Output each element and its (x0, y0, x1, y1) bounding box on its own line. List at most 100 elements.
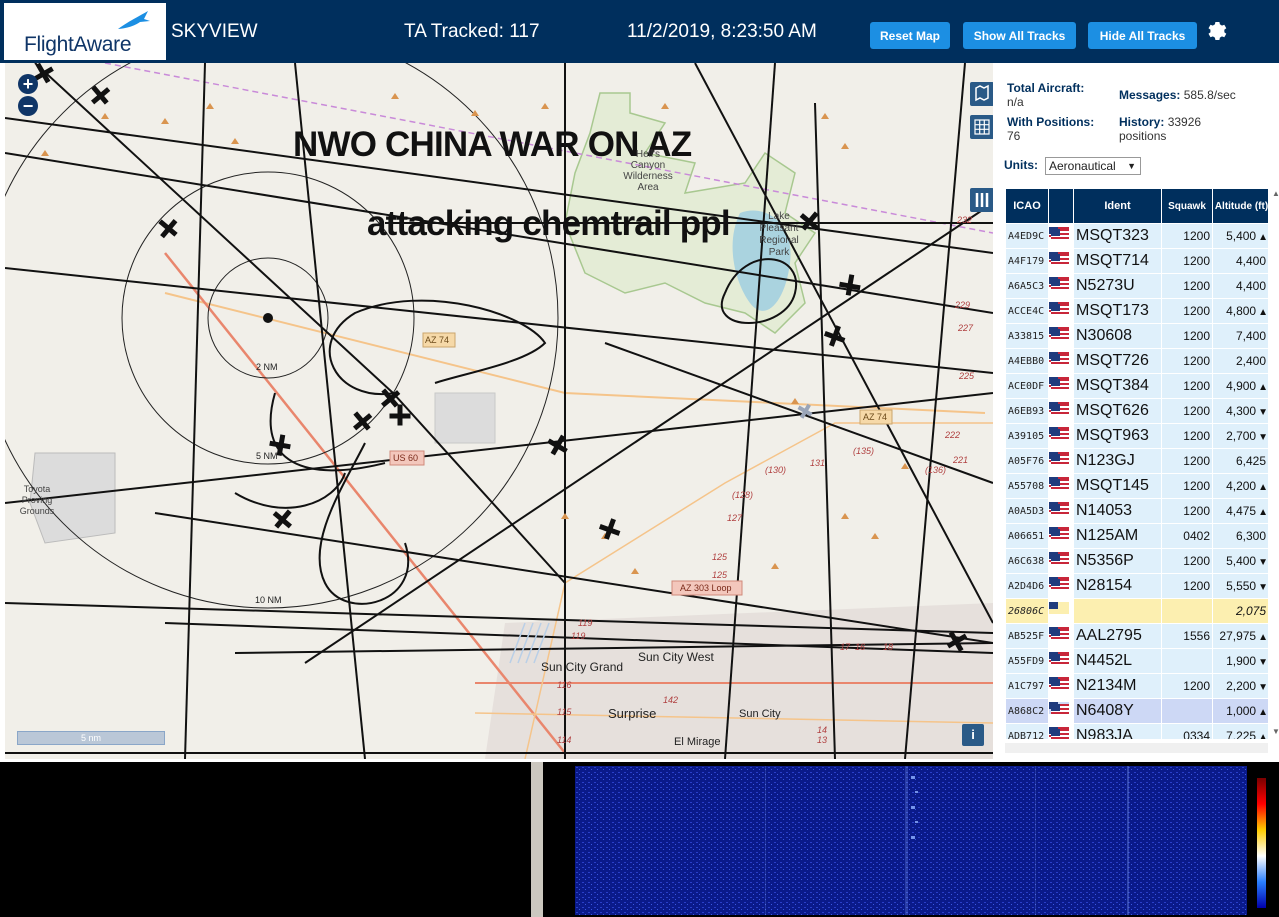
cell-squawk (1162, 599, 1212, 623)
column-header-squawk[interactable]: Squawk (1162, 189, 1212, 223)
altitude-trend-icon: ▼ (1258, 432, 1268, 443)
cell-icao: A06651 (1006, 524, 1048, 548)
aircraft-row[interactable]: ACE0DF MSQT384 1200 4,900 ▲ (1006, 374, 1268, 398)
svg-text:(136): (136) (925, 465, 946, 475)
range-ring-label: 5 NM (256, 451, 278, 461)
cell-altitude: 4,900 ▲ (1213, 374, 1268, 398)
reset-map-button[interactable]: Reset Map (870, 22, 950, 49)
column-header-altitude[interactable]: Altitude (ft) (1213, 189, 1268, 223)
column-header-icao[interactable]: ICAO (1006, 189, 1048, 223)
cell-squawk: 1200 (1162, 324, 1212, 348)
cell-flag (1049, 376, 1069, 389)
zoom-in-button[interactable]: + (18, 74, 38, 94)
aircraft-row[interactable]: A6EB93 MSQT626 1200 4,300 ▼ (1006, 399, 1268, 423)
spectrum-waterfall-panel (543, 762, 1279, 917)
cell-ident: N6408Y (1074, 699, 1161, 723)
aircraft-row[interactable]: A6C638 N5356P 1200 5,400 ▼ (1006, 549, 1268, 573)
aircraft-row[interactable]: A1C797 N2134M 1200 2,200 ▼ (1006, 674, 1268, 698)
cell-ident: N4452L (1074, 649, 1161, 673)
range-ring-label: 2 NM (256, 362, 278, 372)
messages-value: 585.8/sec (1183, 88, 1236, 102)
units-dropdown[interactable]: Aeronautical ▼ (1045, 157, 1141, 175)
column-header-flag[interactable] (1049, 189, 1073, 223)
us-flag-icon (1051, 628, 1069, 639)
messages-stat: Messages: 585.8/sec (1119, 88, 1236, 102)
svg-text:(128): (128) (732, 490, 753, 500)
aircraft-row[interactable]: A05F76 N123GJ 1200 6,425 (1006, 449, 1268, 473)
history-unit: positions (1119, 129, 1167, 143)
us-flag-icon (1051, 328, 1069, 339)
gear-icon[interactable] (1205, 20, 1229, 44)
aircraft-row[interactable]: A55708 MSQT145 1200 4,200 ▲ (1006, 474, 1268, 498)
cell-ident: MSQT626 (1074, 399, 1161, 423)
map-view[interactable]: 232 229 227 225 222 221 (130) 131 (135) (136) (… (5, 63, 993, 759)
cell-ident: N125AM (1074, 524, 1161, 548)
altitude-trend-icon: ▼ (1258, 582, 1268, 593)
panel-divider[interactable] (531, 762, 543, 917)
altitude-trend-icon: ▼ (1258, 557, 1268, 568)
map-layers-icon[interactable] (970, 82, 993, 106)
cell-icao: A4EBB0 (1006, 349, 1048, 373)
svg-text:142: 142 (663, 695, 678, 705)
cell-squawk: 1200 (1162, 424, 1212, 448)
scroll-up-icon[interactable]: ▲ (1272, 189, 1279, 198)
altitude-trend-icon: ▲ (1258, 307, 1268, 318)
altitude-trend-icon: ▼ (1258, 682, 1268, 693)
aircraft-row[interactable]: 26806C 2,075 (1006, 599, 1268, 623)
columns-icon[interactable] (970, 188, 993, 212)
scroll-down-icon[interactable]: ▼ (1272, 727, 1279, 736)
aircraft-row[interactable]: A33815 N30608 1200 7,400 (1006, 324, 1268, 348)
place-label: Sun City Grand (541, 660, 624, 674)
cell-squawk: 1200 (1162, 249, 1212, 273)
cell-squawk: 0402 (1162, 524, 1212, 548)
map-canvas[interactable]: 232 229 227 225 222 221 (130) 131 (135) (136) (… (5, 63, 993, 759)
zoom-out-button[interactable]: − (18, 96, 38, 116)
cell-altitude: 6,425 (1213, 449, 1268, 473)
place-label: Sun City (739, 708, 781, 720)
cell-icao: ACE0DF (1006, 374, 1048, 398)
aircraft-row[interactable]: A06651 N125AM 0402 6,300 (1006, 524, 1268, 548)
altitude-trend-icon: ▲ (1258, 732, 1268, 739)
aircraft-row[interactable]: A0A5D3 N14053 1200 4,475 ▲ (1006, 499, 1268, 523)
road-label: AZ 74 (863, 412, 888, 422)
info-button[interactable]: i (962, 724, 984, 746)
cell-flag (1049, 551, 1069, 564)
aircraft-row[interactable]: AB525F AAL2795 1556 27,975 ▲ (1006, 624, 1268, 648)
aircraft-row[interactable]: ACCE4C MSQT173 1200 4,800 ▲ (1006, 299, 1268, 323)
aircraft-row[interactable]: ADB712 N983JA 0334 7,225 ▲ (1006, 724, 1268, 739)
cell-icao: A6C638 (1006, 549, 1048, 573)
column-header-ident[interactable]: Ident (1074, 189, 1161, 223)
positions-value: 76 (1007, 129, 1021, 143)
svg-text:119: 119 (578, 618, 592, 628)
cell-flag (1049, 226, 1069, 239)
flightaware-logo[interactable]: FlightAware (4, 3, 166, 60)
aircraft-row[interactable]: A4ED9C MSQT323 1200 5,400 ▲ (1006, 224, 1268, 248)
units-label: Units: (1004, 158, 1038, 172)
cell-altitude: 2,200 ▼ (1213, 674, 1268, 698)
hide-all-tracks-button[interactable]: Hide All Tracks (1088, 22, 1197, 49)
cell-flag (1049, 326, 1069, 339)
aircraft-row[interactable]: A6A5C3 N5273U 1200 4,400 (1006, 274, 1268, 298)
road-label: US 60 (393, 453, 419, 463)
history-label: History: (1119, 115, 1165, 129)
altitude-value: 4,200 (1226, 479, 1257, 493)
aircraft-row[interactable]: A55FD9 N4452L 1,900 ▼ (1006, 649, 1268, 673)
aircraft-row[interactable]: A39105 MSQT963 1200 2,700 ▼ (1006, 424, 1268, 448)
aircraft-table-container[interactable]: ICAO Ident Squawk Altitude (ft) A4ED9C MS… (1005, 188, 1268, 739)
map-scale-bar: 5 nm (17, 731, 165, 745)
skyview-app: FlightAware SKYVIEW TA Tracked: 117 11/2… (0, 0, 1279, 917)
grid-icon[interactable] (970, 115, 993, 139)
horizontal-scrollbar[interactable] (1005, 743, 1268, 753)
aircraft-row[interactable]: A868C2 N6408Y 1,000 ▲ (1006, 699, 1268, 723)
cell-squawk: 1200 (1162, 549, 1212, 573)
us-flag-icon (1051, 578, 1069, 589)
aircraft-row[interactable]: A2D4D6 N28154 1200 5,550 ▼ (1006, 574, 1268, 598)
svg-text:125: 125 (712, 570, 728, 580)
aircraft-row[interactable]: A4EBB0 MSQT726 1200 2,400 (1006, 349, 1268, 373)
show-all-tracks-button[interactable]: Show All Tracks (963, 22, 1076, 49)
cell-ident: N28154 (1074, 574, 1161, 598)
aircraft-row[interactable]: A4F179 MSQT714 1200 4,400 (1006, 249, 1268, 273)
altitude-trend-icon: ▲ (1258, 232, 1268, 243)
altitude-value: 4,400 (1235, 279, 1266, 293)
cell-icao: 26806C (1006, 599, 1048, 623)
